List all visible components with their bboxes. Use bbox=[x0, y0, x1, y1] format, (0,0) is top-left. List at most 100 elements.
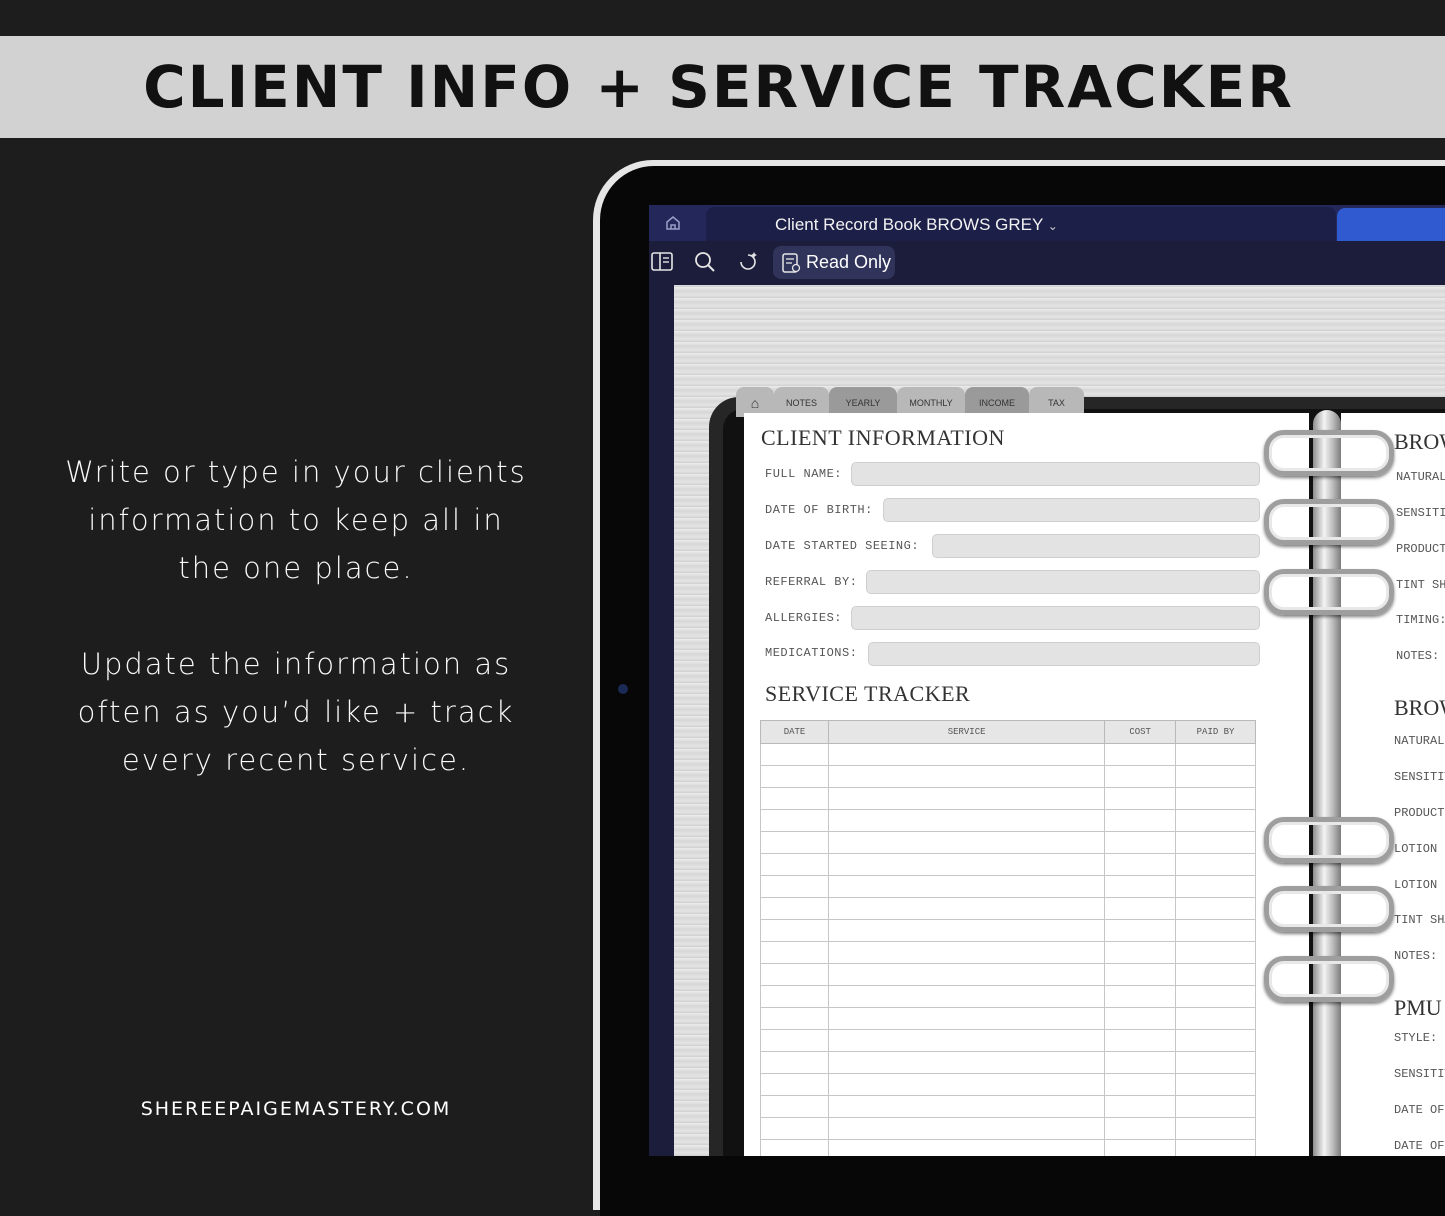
date-cell[interactable] bbox=[759, 853, 830, 876]
title-bar: Client Record Book BROWS GREY ⌄ ✕ bbox=[649, 205, 1445, 241]
paid-by-cell[interactable] bbox=[1175, 897, 1256, 920]
service-cell[interactable] bbox=[828, 809, 1106, 832]
right-label: STYLE: bbox=[1394, 1031, 1438, 1045]
sidebar-icon[interactable] bbox=[650, 249, 676, 275]
paid-by-cell[interactable] bbox=[1175, 875, 1256, 898]
date-cell[interactable] bbox=[759, 1117, 830, 1140]
new-tab-area[interactable] bbox=[1337, 208, 1445, 241]
cost-cell[interactable] bbox=[1104, 941, 1177, 964]
cost-cell[interactable] bbox=[1104, 985, 1177, 1008]
cost-cell[interactable] bbox=[1104, 1007, 1177, 1030]
service-cell[interactable] bbox=[828, 1117, 1106, 1140]
paid-by-cell[interactable] bbox=[1175, 941, 1256, 964]
service-cell[interactable] bbox=[828, 941, 1106, 964]
date-cell[interactable] bbox=[759, 919, 830, 942]
service-cell[interactable] bbox=[828, 1051, 1106, 1074]
promo-line: information to keep all in bbox=[88, 503, 504, 537]
cost-cell[interactable] bbox=[1104, 1029, 1177, 1052]
service-cell[interactable] bbox=[828, 853, 1106, 876]
date-started-field[interactable] bbox=[932, 534, 1260, 558]
paid-by-cell[interactable] bbox=[1175, 1051, 1256, 1074]
paid-by-cell[interactable] bbox=[1175, 985, 1256, 1008]
document-tab[interactable]: Client Record Book BROWS GREY ⌄ ✕ bbox=[706, 207, 1380, 241]
date-cell[interactable] bbox=[759, 1007, 830, 1030]
paid-by-cell[interactable] bbox=[1175, 963, 1256, 986]
date-cell[interactable] bbox=[759, 1029, 830, 1052]
paid-by-cell[interactable] bbox=[1175, 787, 1256, 810]
service-cell[interactable] bbox=[828, 897, 1106, 920]
service-cell[interactable] bbox=[828, 765, 1106, 788]
service-cell[interactable] bbox=[828, 963, 1106, 986]
cost-cell[interactable] bbox=[1104, 1095, 1177, 1118]
cost-cell[interactable] bbox=[1104, 1139, 1177, 1156]
date-cell[interactable] bbox=[759, 897, 830, 920]
paid-by-cell[interactable] bbox=[1175, 1007, 1256, 1030]
service-cell[interactable] bbox=[828, 919, 1106, 942]
camera-icon bbox=[618, 684, 628, 694]
paid-by-cell[interactable] bbox=[1175, 919, 1256, 942]
service-cell[interactable] bbox=[828, 831, 1106, 854]
date-cell[interactable] bbox=[759, 875, 830, 898]
date-cell[interactable] bbox=[759, 985, 830, 1008]
tracker-body bbox=[759, 743, 1256, 1156]
cost-cell[interactable] bbox=[1104, 1117, 1177, 1140]
home-icon[interactable] bbox=[663, 213, 683, 233]
paid-by-cell[interactable] bbox=[1175, 831, 1256, 854]
paid-by-cell[interactable] bbox=[1175, 765, 1256, 788]
magic-icon[interactable] bbox=[736, 249, 762, 275]
cost-cell[interactable] bbox=[1104, 831, 1177, 854]
service-cell[interactable] bbox=[828, 1139, 1106, 1156]
cost-cell[interactable] bbox=[1104, 743, 1177, 766]
service-cell[interactable] bbox=[828, 1007, 1106, 1030]
paid-by-cell[interactable] bbox=[1175, 1139, 1256, 1156]
date-cell[interactable] bbox=[759, 765, 830, 788]
service-cell[interactable] bbox=[828, 1095, 1106, 1118]
column-service: SERVICE bbox=[828, 720, 1106, 744]
date-cell[interactable] bbox=[759, 1139, 830, 1156]
cost-cell[interactable] bbox=[1104, 853, 1177, 876]
date-cell[interactable] bbox=[759, 1095, 830, 1118]
service-cell[interactable] bbox=[828, 1029, 1106, 1052]
cost-cell[interactable] bbox=[1104, 809, 1177, 832]
date-cell[interactable] bbox=[759, 1051, 830, 1074]
search-icon[interactable] bbox=[692, 249, 718, 275]
date-cell[interactable] bbox=[759, 831, 830, 854]
paid-by-cell[interactable] bbox=[1175, 743, 1256, 766]
date-cell[interactable] bbox=[759, 743, 830, 766]
cost-cell[interactable] bbox=[1104, 919, 1177, 942]
cost-cell[interactable] bbox=[1104, 1051, 1177, 1074]
referral-field[interactable] bbox=[866, 570, 1260, 594]
paid-by-cell[interactable] bbox=[1175, 1073, 1256, 1096]
service-cell[interactable] bbox=[828, 985, 1106, 1008]
service-cell[interactable] bbox=[828, 1073, 1106, 1096]
field-label: REFERRAL BY: bbox=[765, 575, 858, 589]
chevron-down-icon[interactable]: ⌄ bbox=[1048, 219, 1058, 233]
table-row bbox=[759, 743, 1256, 766]
date-cell[interactable] bbox=[759, 809, 830, 832]
full-name-field[interactable] bbox=[851, 462, 1260, 486]
medications-field[interactable] bbox=[868, 642, 1260, 666]
date-cell[interactable] bbox=[759, 1073, 830, 1096]
service-cell[interactable] bbox=[828, 743, 1106, 766]
service-cell[interactable] bbox=[828, 875, 1106, 898]
date-of-birth-field[interactable] bbox=[883, 498, 1260, 522]
table-row bbox=[759, 1139, 1256, 1156]
service-cell[interactable] bbox=[828, 787, 1106, 810]
cost-cell[interactable] bbox=[1104, 1073, 1177, 1096]
right-label: NATURAL T bbox=[1396, 470, 1445, 484]
date-cell[interactable] bbox=[759, 787, 830, 810]
read-only-button[interactable]: Read Only bbox=[773, 246, 895, 279]
paid-by-cell[interactable] bbox=[1175, 1029, 1256, 1052]
cost-cell[interactable] bbox=[1104, 963, 1177, 986]
paid-by-cell[interactable] bbox=[1175, 1117, 1256, 1140]
date-cell[interactable] bbox=[759, 941, 830, 964]
paid-by-cell[interactable] bbox=[1175, 1095, 1256, 1118]
allergies-field[interactable] bbox=[851, 606, 1260, 630]
cost-cell[interactable] bbox=[1104, 897, 1177, 920]
cost-cell[interactable] bbox=[1104, 875, 1177, 898]
cost-cell[interactable] bbox=[1104, 765, 1177, 788]
paid-by-cell[interactable] bbox=[1175, 853, 1256, 876]
cost-cell[interactable] bbox=[1104, 787, 1177, 810]
paid-by-cell[interactable] bbox=[1175, 809, 1256, 832]
date-cell[interactable] bbox=[759, 963, 830, 986]
